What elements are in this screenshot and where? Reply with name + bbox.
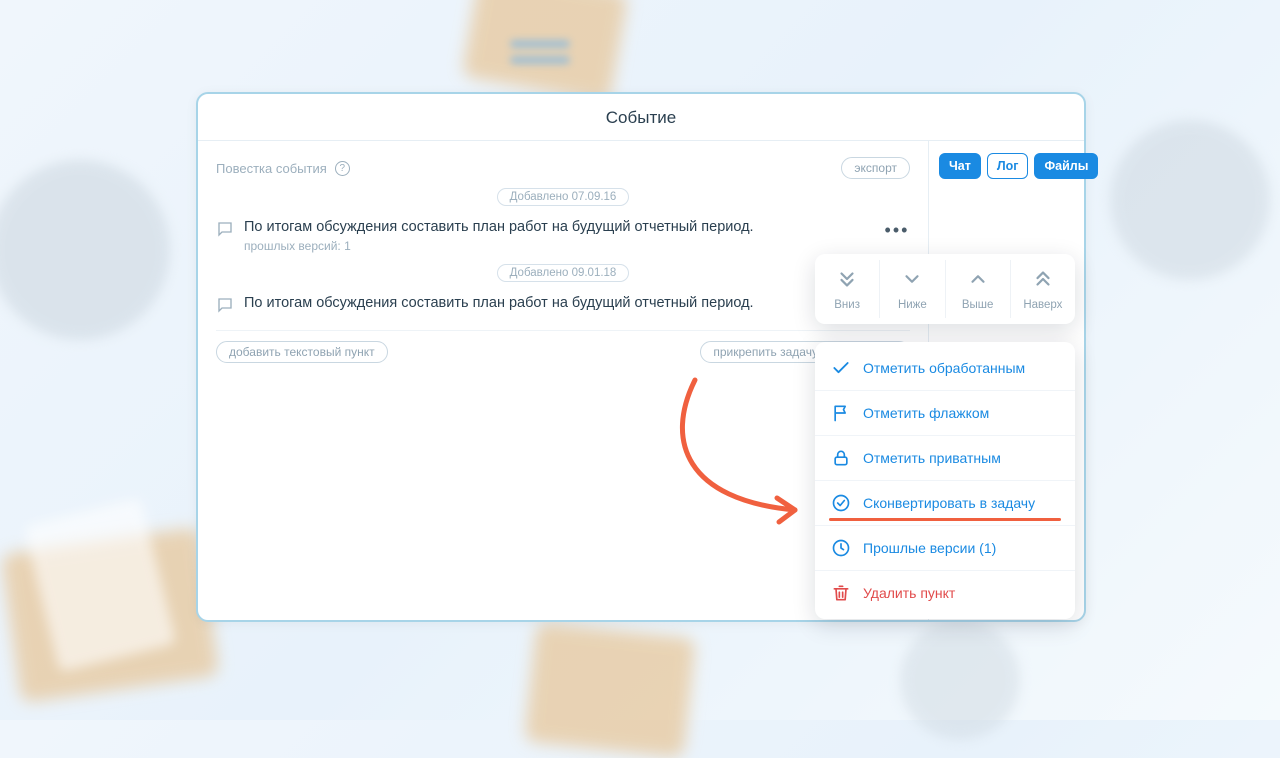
reorder-label: Вниз bbox=[834, 299, 860, 311]
double-chevron-down-icon bbox=[836, 268, 858, 295]
reorder-label: Ниже bbox=[898, 299, 927, 311]
menu-mark-flag[interactable]: Отметить флажком bbox=[815, 390, 1075, 435]
date-chip: Добавлено 09.01.18 bbox=[497, 264, 630, 282]
task-check-icon bbox=[831, 493, 851, 513]
side-tabs: Чат Лог Файлы bbox=[939, 153, 1074, 179]
more-menu-button[interactable]: ••• bbox=[884, 218, 910, 241]
export-button[interactable]: экспорт bbox=[841, 157, 910, 179]
menu-label: Отметить приватным bbox=[863, 450, 1001, 466]
tab-files[interactable]: Файлы bbox=[1034, 153, 1098, 179]
bg-folder-bottom-center bbox=[524, 622, 696, 758]
agenda-item: По итогам обсуждения составить план рабо… bbox=[216, 212, 910, 261]
tab-log[interactable]: Лог bbox=[987, 153, 1029, 179]
flag-icon bbox=[831, 403, 851, 423]
bg-gear-right bbox=[1110, 120, 1270, 280]
menu-convert-to-task[interactable]: Сконвертировать в задачу bbox=[815, 480, 1075, 525]
menu-label: Удалить пункт bbox=[863, 585, 955, 601]
menu-label: Отметить флажком bbox=[863, 405, 989, 421]
agenda-label: Повестка события bbox=[216, 161, 327, 176]
agenda-item-text: По итогам обсуждения составить план рабо… bbox=[244, 294, 910, 314]
agenda-header: Повестка события ? экспорт bbox=[216, 157, 910, 179]
menu-past-versions[interactable]: Прошлые версии (1) bbox=[815, 525, 1075, 570]
menu-label: Сконвертировать в задачу bbox=[863, 495, 1035, 511]
context-menu: Отметить обработанным Отметить флажком О… bbox=[815, 342, 1075, 619]
bg-gear-bottom bbox=[900, 620, 1020, 740]
trash-icon bbox=[831, 583, 851, 603]
add-text-item-button[interactable]: добавить текстовый пункт bbox=[216, 341, 388, 363]
menu-mark-done[interactable]: Отметить обработанным bbox=[815, 346, 1075, 390]
reorder-bottom-button[interactable]: Вниз bbox=[815, 260, 879, 318]
agenda-item-text: По итогам обсуждения составить план рабо… bbox=[244, 218, 874, 253]
bg-stripe bbox=[510, 40, 570, 48]
chevron-up-icon bbox=[967, 268, 989, 295]
reorder-popover: Вниз Ниже Выше Наверх bbox=[815, 254, 1075, 324]
reorder-down-button[interactable]: Ниже bbox=[879, 260, 944, 318]
reorder-label: Наверх bbox=[1023, 299, 1062, 311]
reorder-up-button[interactable]: Выше bbox=[945, 260, 1010, 318]
agenda-item-versions: прошлых версий: 1 bbox=[244, 239, 874, 253]
reorder-label: Выше bbox=[962, 299, 994, 311]
reorder-top-button[interactable]: Наверх bbox=[1010, 260, 1075, 318]
bg-gear-left bbox=[0, 160, 170, 340]
help-icon[interactable]: ? bbox=[335, 161, 350, 176]
modal-title: Событие bbox=[198, 94, 1084, 141]
date-chip: Добавлено 07.09.16 bbox=[497, 188, 630, 206]
highlight-underline bbox=[829, 518, 1061, 521]
menu-label: Отметить обработанным bbox=[863, 360, 1025, 376]
menu-label: Прошлые версии (1) bbox=[863, 540, 996, 556]
date-divider: Добавлено 07.09.16 bbox=[216, 187, 910, 206]
menu-mark-private[interactable]: Отметить приватным bbox=[815, 435, 1075, 480]
date-divider: Добавлено 09.01.18 bbox=[216, 263, 910, 282]
bg-folder-top bbox=[462, 0, 629, 102]
bottom-actions: добавить текстовый пункт прикрепить зада… bbox=[216, 330, 910, 363]
check-icon bbox=[831, 358, 851, 378]
bg-stripe bbox=[510, 56, 570, 64]
double-chevron-up-icon bbox=[1032, 268, 1054, 295]
tab-chat[interactable]: Чат bbox=[939, 153, 981, 179]
comment-icon bbox=[216, 296, 234, 314]
comment-icon bbox=[216, 220, 234, 238]
menu-delete[interactable]: Удалить пункт bbox=[815, 570, 1075, 615]
agenda-item-title: По итогам обсуждения составить план рабо… bbox=[244, 294, 910, 314]
agenda-item-title: По итогам обсуждения составить план рабо… bbox=[244, 218, 874, 238]
agenda-item: По итогам обсуждения составить план рабо… bbox=[216, 288, 910, 322]
lock-icon bbox=[831, 448, 851, 468]
chevron-down-icon bbox=[901, 268, 923, 295]
history-icon bbox=[831, 538, 851, 558]
